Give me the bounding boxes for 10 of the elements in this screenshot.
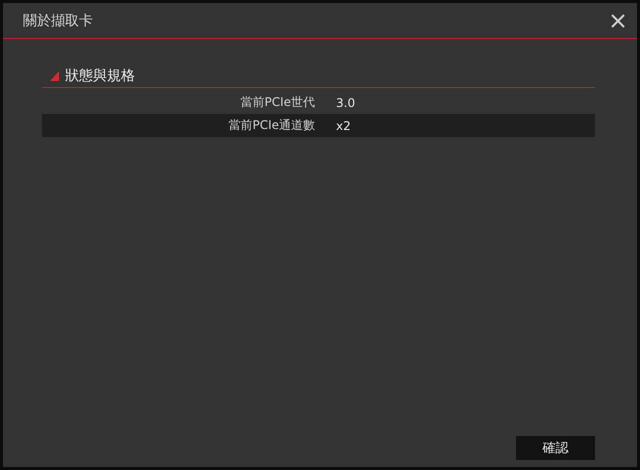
spec-value: x2 [336,118,352,132]
section-title: 狀態與規格 [65,67,135,85]
triangle-icon [50,71,59,81]
close-icon [611,14,625,28]
window-title: 關於擷取卡 [23,12,93,30]
spec-value: 3.0 [336,96,356,110]
spec-label: 當前PCIe世代 [239,94,315,111]
confirm-button[interactable]: 確認 [516,436,595,460]
close-button[interactable] [609,12,627,30]
spec-label: 當前PCIe通道數 [227,117,315,134]
